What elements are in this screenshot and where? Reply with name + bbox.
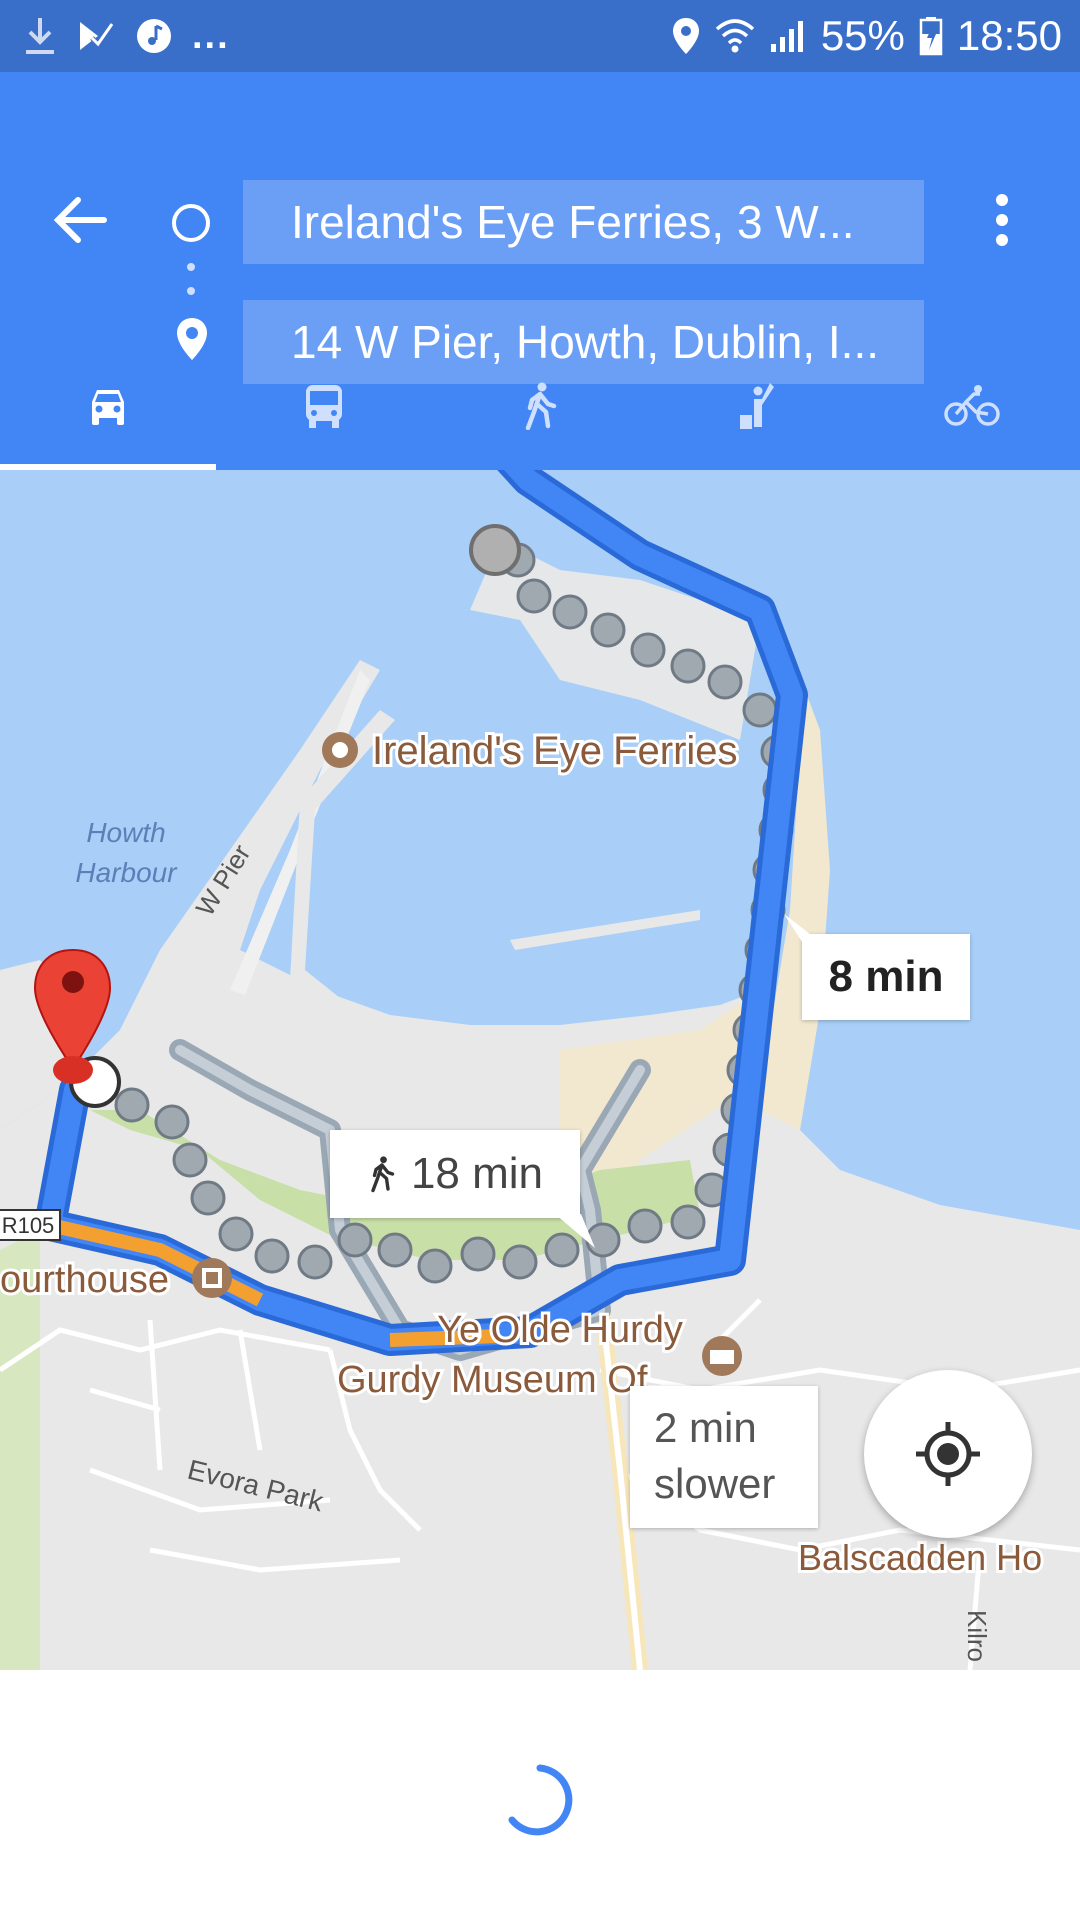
harbour-label-1: Howth xyxy=(86,817,165,848)
music-icon xyxy=(137,19,171,53)
road-shield-label: R105 xyxy=(2,1213,55,1238)
status-bar: ... 55% 18:50 xyxy=(0,0,1080,72)
tab-transit[interactable] xyxy=(216,356,432,456)
drive-time-label: 8 min xyxy=(828,952,944,1001)
car-icon xyxy=(92,390,124,425)
walk-time-label: 18 min xyxy=(410,1149,544,1198)
museum-label-1: Ye Olde Hurdy xyxy=(437,1309,683,1351)
alt-route-line1: 2 min xyxy=(654,1404,757,1451)
origin-field[interactable]: Ireland's Eye Ferries, 3 W... xyxy=(243,180,924,264)
clock: 18:50 xyxy=(956,12,1062,59)
back-arrow-icon[interactable] xyxy=(50,190,110,250)
ferries-label: Ireland's Eye Ferries xyxy=(372,729,738,773)
walk-bubble-pointer xyxy=(555,1214,595,1248)
harbour-label-2: Harbour xyxy=(75,857,178,888)
bike-icon xyxy=(944,385,1000,426)
walk-icon xyxy=(371,1156,395,1193)
loading-spinner-icon xyxy=(508,1764,573,1836)
tab-drive[interactable] xyxy=(0,356,216,456)
status-overflow: ... xyxy=(192,14,230,57)
wifi-icon xyxy=(715,19,754,53)
bus-icon xyxy=(306,385,342,428)
ferry-poi-icon xyxy=(322,732,358,768)
route-details-sheet xyxy=(0,1670,1080,1920)
battery-icon xyxy=(919,17,943,56)
walk-icon xyxy=(525,382,557,430)
route-dots-icon xyxy=(187,263,195,295)
hail-icon xyxy=(740,383,774,429)
travel-mode-tabs xyxy=(0,356,1080,470)
courthouse-poi-icon xyxy=(192,1258,232,1298)
walk-time-bubble[interactable]: 18 min xyxy=(330,1130,580,1218)
tab-walk[interactable] xyxy=(432,356,648,456)
alt-route-line2: slower xyxy=(654,1460,776,1507)
location-icon xyxy=(672,18,699,54)
signal-icon xyxy=(770,21,803,52)
more-options-icon[interactable] xyxy=(980,190,1024,250)
balscadden-label: Balscadden Ho xyxy=(798,1537,1042,1578)
alt-route-bubble[interactable]: 2 min slower xyxy=(630,1386,818,1528)
road-shield: R105 xyxy=(0,1209,61,1241)
drive-time-bubble[interactable]: 8 min xyxy=(802,934,970,1020)
courthouse-label: ourthouse xyxy=(0,1259,169,1301)
download-icon xyxy=(26,18,54,54)
museum-poi-icon xyxy=(702,1336,742,1376)
my-location-button[interactable] xyxy=(864,1370,1032,1538)
kilro-label: Kilro xyxy=(962,1610,992,1662)
tab-ride[interactable] xyxy=(648,356,864,456)
origin-circle-icon xyxy=(172,204,210,242)
battery-percent: 55% xyxy=(820,12,905,59)
crosshair-icon xyxy=(916,1422,980,1486)
check-icon xyxy=(80,22,115,50)
museum-label-2: Gurdy Museum Of... xyxy=(337,1359,679,1401)
route-start-marker xyxy=(469,524,521,576)
tab-bike[interactable] xyxy=(864,356,1080,456)
drive-bubble-pointer xyxy=(784,914,810,954)
